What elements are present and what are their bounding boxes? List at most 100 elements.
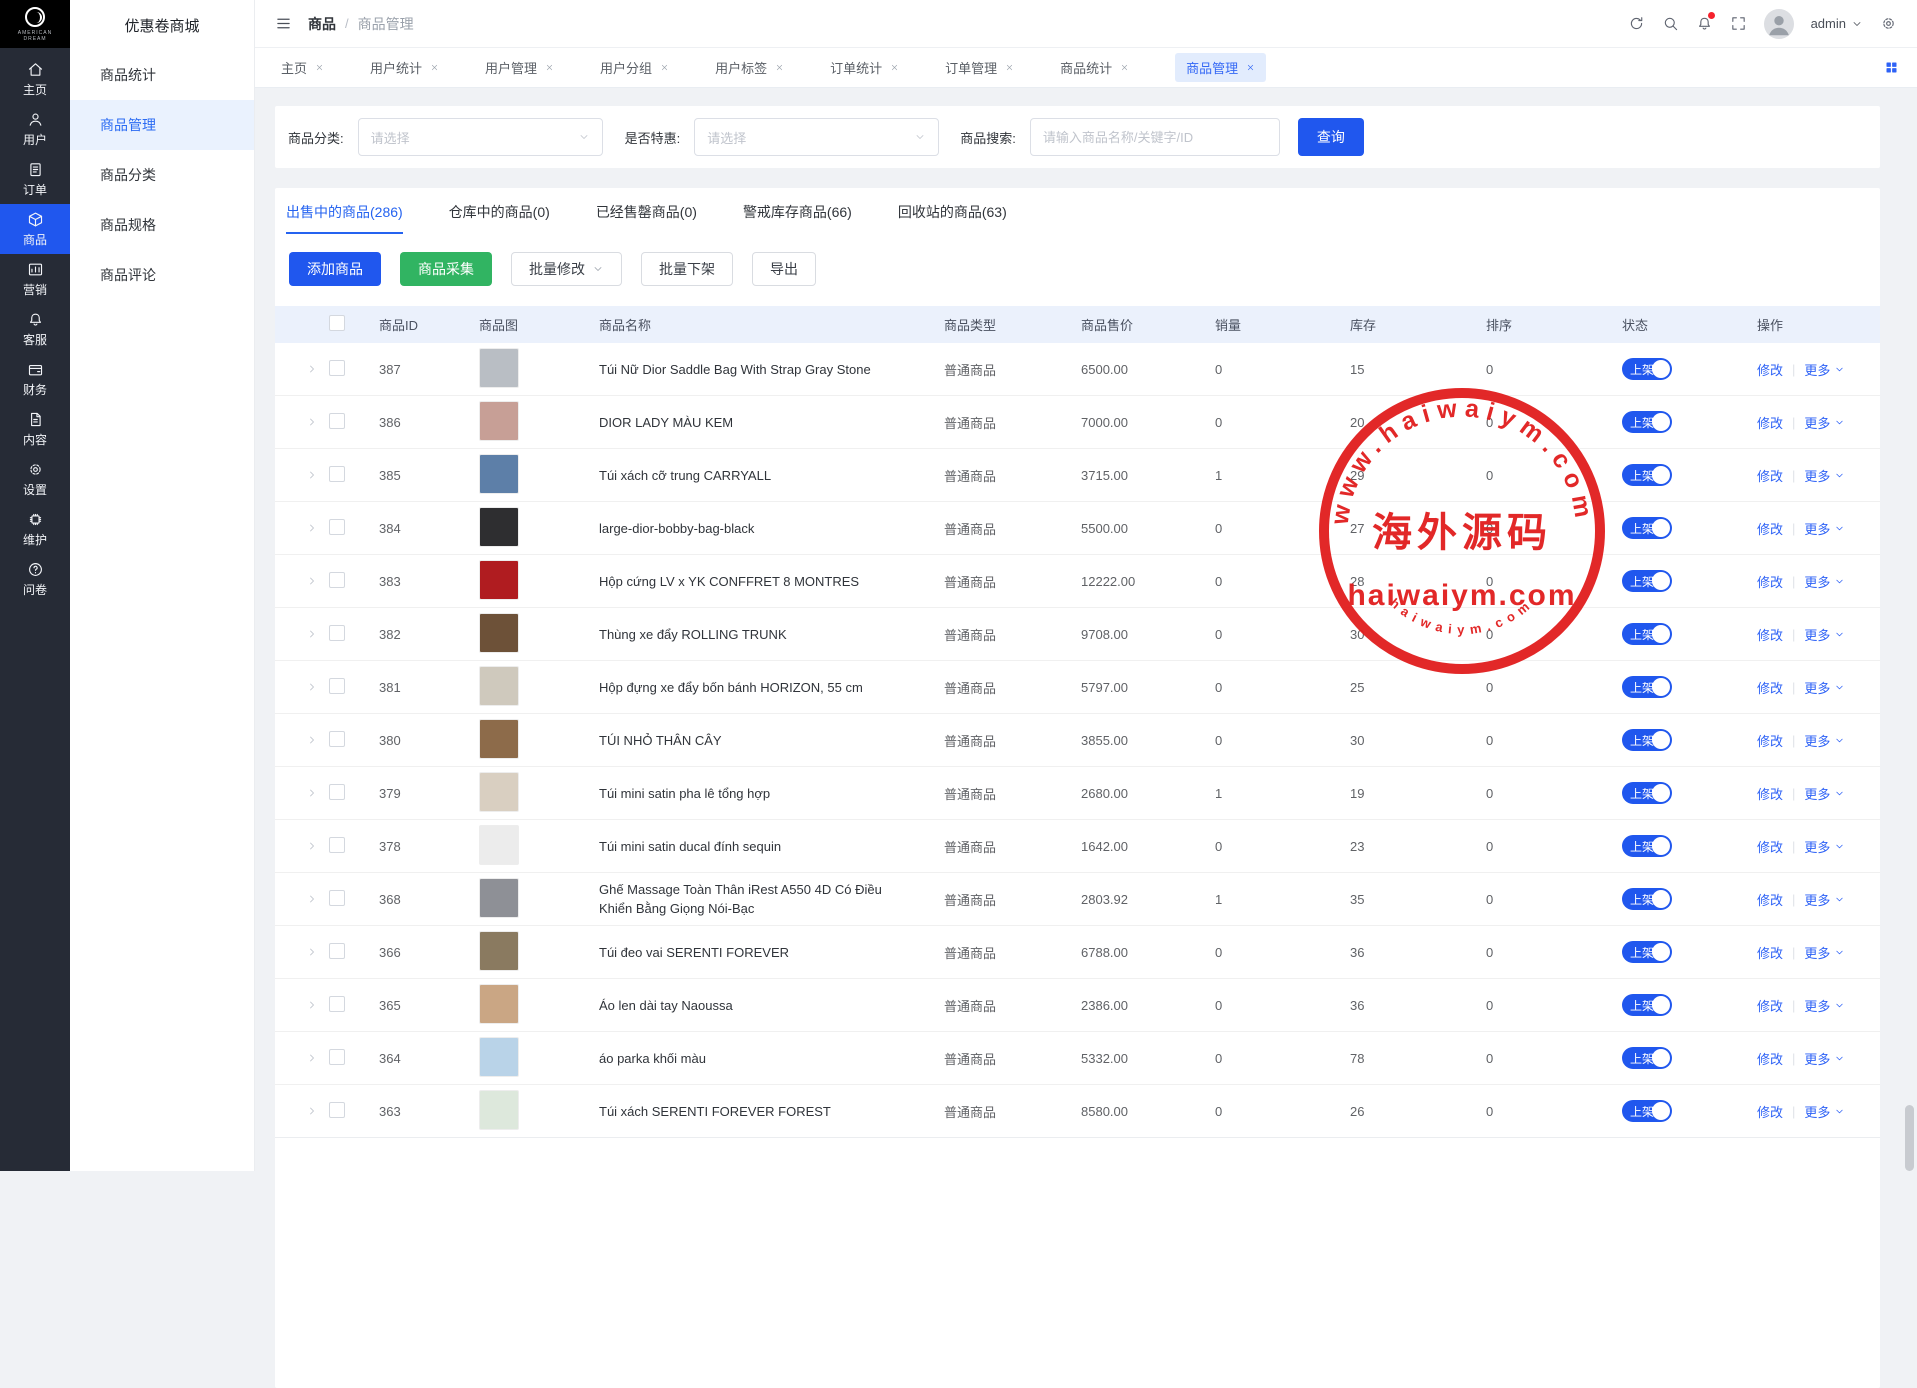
expand-row-icon[interactable] <box>295 416 329 428</box>
search-button[interactable]: 查询 <box>1298 118 1364 156</box>
row-checkbox[interactable] <box>329 1049 345 1065</box>
row-checkbox[interactable] <box>329 572 345 588</box>
close-icon[interactable] <box>315 63 324 72</box>
product-thumbnail[interactable] <box>479 348 519 388</box>
status-toggle[interactable]: 上架 <box>1622 1047 1672 1069</box>
rail-item-goods[interactable]: 商品 <box>0 204 70 254</box>
close-icon[interactable] <box>1246 63 1255 72</box>
status-toggle[interactable]: 上架 <box>1622 994 1672 1016</box>
product-tab-0[interactable]: 出售中的商品(286) <box>286 202 403 234</box>
notification-bell-icon[interactable] <box>1696 15 1713 32</box>
row-checkbox[interactable] <box>329 784 345 800</box>
more-link[interactable]: 更多 <box>1804 996 1845 1015</box>
more-link[interactable]: 更多 <box>1804 890 1845 909</box>
status-toggle[interactable]: 上架 <box>1622 1100 1672 1122</box>
expand-row-icon[interactable] <box>295 681 329 693</box>
scrollbar-thumb[interactable] <box>1905 1105 1914 1171</box>
submenu-item-4[interactable]: 商品评论 <box>70 250 254 300</box>
product-thumbnail[interactable] <box>479 560 519 600</box>
collapse-menu-icon[interactable] <box>275 15 292 32</box>
expand-row-icon[interactable] <box>295 363 329 375</box>
window-tab-8[interactable]: 商品管理 <box>1175 53 1266 82</box>
tab-grid-icon[interactable] <box>1884 60 1899 75</box>
window-tab-6[interactable]: 订单管理 <box>945 58 1014 77</box>
expand-row-icon[interactable] <box>295 787 329 799</box>
category-select[interactable]: 请选择 <box>358 118 603 156</box>
more-link[interactable]: 更多 <box>1804 625 1845 644</box>
product-thumbnail[interactable] <box>479 772 519 812</box>
row-checkbox[interactable] <box>329 519 345 535</box>
more-link[interactable]: 更多 <box>1804 837 1845 856</box>
edit-link[interactable]: 修改 <box>1757 784 1783 803</box>
expand-row-icon[interactable] <box>295 893 329 905</box>
window-tab-5[interactable]: 订单统计 <box>830 58 899 77</box>
edit-link[interactable]: 修改 <box>1757 360 1783 379</box>
status-toggle[interactable]: 上架 <box>1622 570 1672 592</box>
more-link[interactable]: 更多 <box>1804 466 1845 485</box>
avatar[interactable] <box>1764 9 1794 39</box>
edit-link[interactable]: 修改 <box>1757 837 1783 856</box>
batch-offshelf-button[interactable]: 批量下架 <box>641 252 733 286</box>
product-thumbnail[interactable] <box>479 719 519 759</box>
product-tab-3[interactable]: 警戒库存商品(66) <box>743 202 852 234</box>
product-thumbnail[interactable] <box>479 984 519 1024</box>
edit-link[interactable]: 修改 <box>1757 625 1783 644</box>
close-icon[interactable] <box>1005 63 1014 72</box>
rail-item-home[interactable]: 主页 <box>0 54 70 104</box>
status-toggle[interactable]: 上架 <box>1622 676 1672 698</box>
row-checkbox[interactable] <box>329 466 345 482</box>
window-tab-0[interactable]: 主页 <box>281 58 324 77</box>
product-tab-2[interactable]: 已经售罄商品(0) <box>596 202 697 234</box>
export-button[interactable]: 导出 <box>752 252 816 286</box>
row-checkbox[interactable] <box>329 943 345 959</box>
expand-row-icon[interactable] <box>295 522 329 534</box>
product-thumbnail[interactable] <box>479 613 519 653</box>
batch-edit-button[interactable]: 批量修改 <box>511 252 622 286</box>
product-thumbnail[interactable] <box>479 507 519 547</box>
rail-item-marketing[interactable]: 营销 <box>0 254 70 304</box>
submenu-item-1[interactable]: 商品管理 <box>70 100 254 150</box>
more-link[interactable]: 更多 <box>1804 943 1845 962</box>
status-toggle[interactable]: 上架 <box>1622 729 1672 751</box>
search-icon[interactable] <box>1662 15 1679 32</box>
rail-item-user[interactable]: 用户 <box>0 104 70 154</box>
expand-row-icon[interactable] <box>295 1105 329 1117</box>
submenu-item-2[interactable]: 商品分类 <box>70 150 254 200</box>
more-link[interactable]: 更多 <box>1804 1049 1845 1068</box>
window-tab-4[interactable]: 用户标签 <box>715 58 784 77</box>
row-checkbox[interactable] <box>329 413 345 429</box>
edit-link[interactable]: 修改 <box>1757 890 1783 909</box>
gear-icon[interactable] <box>1880 15 1897 32</box>
rail-item-settings[interactable]: 设置 <box>0 454 70 504</box>
product-thumbnail[interactable] <box>479 666 519 706</box>
rail-item-finance[interactable]: 财务 <box>0 354 70 404</box>
expand-row-icon[interactable] <box>295 840 329 852</box>
product-thumbnail[interactable] <box>479 931 519 971</box>
more-link[interactable]: 更多 <box>1804 784 1845 803</box>
row-checkbox[interactable] <box>329 1102 345 1118</box>
expand-row-icon[interactable] <box>295 734 329 746</box>
product-tab-1[interactable]: 仓库中的商品(0) <box>449 202 550 234</box>
status-toggle[interactable]: 上架 <box>1622 782 1672 804</box>
submenu-item-0[interactable]: 商品统计 <box>70 50 254 100</box>
row-checkbox[interactable] <box>329 837 345 853</box>
expand-row-icon[interactable] <box>295 575 329 587</box>
status-toggle[interactable]: 上架 <box>1622 941 1672 963</box>
close-icon[interactable] <box>430 63 439 72</box>
more-link[interactable]: 更多 <box>1804 360 1845 379</box>
product-thumbnail[interactable] <box>479 1037 519 1077</box>
special-select[interactable]: 请选择 <box>694 118 939 156</box>
edit-link[interactable]: 修改 <box>1757 572 1783 591</box>
collect-product-button[interactable]: 商品采集 <box>400 252 492 286</box>
close-icon[interactable] <box>660 63 669 72</box>
expand-row-icon[interactable] <box>295 628 329 640</box>
scrollbar-track[interactable] <box>1901 88 1917 1171</box>
row-checkbox[interactable] <box>329 360 345 376</box>
edit-link[interactable]: 修改 <box>1757 466 1783 485</box>
more-link[interactable]: 更多 <box>1804 572 1845 591</box>
close-icon[interactable] <box>775 63 784 72</box>
select-all-checkbox[interactable] <box>329 315 345 331</box>
product-thumbnail[interactable] <box>479 454 519 494</box>
rail-item-survey[interactable]: 问卷 <box>0 554 70 604</box>
product-thumbnail[interactable] <box>479 825 519 865</box>
